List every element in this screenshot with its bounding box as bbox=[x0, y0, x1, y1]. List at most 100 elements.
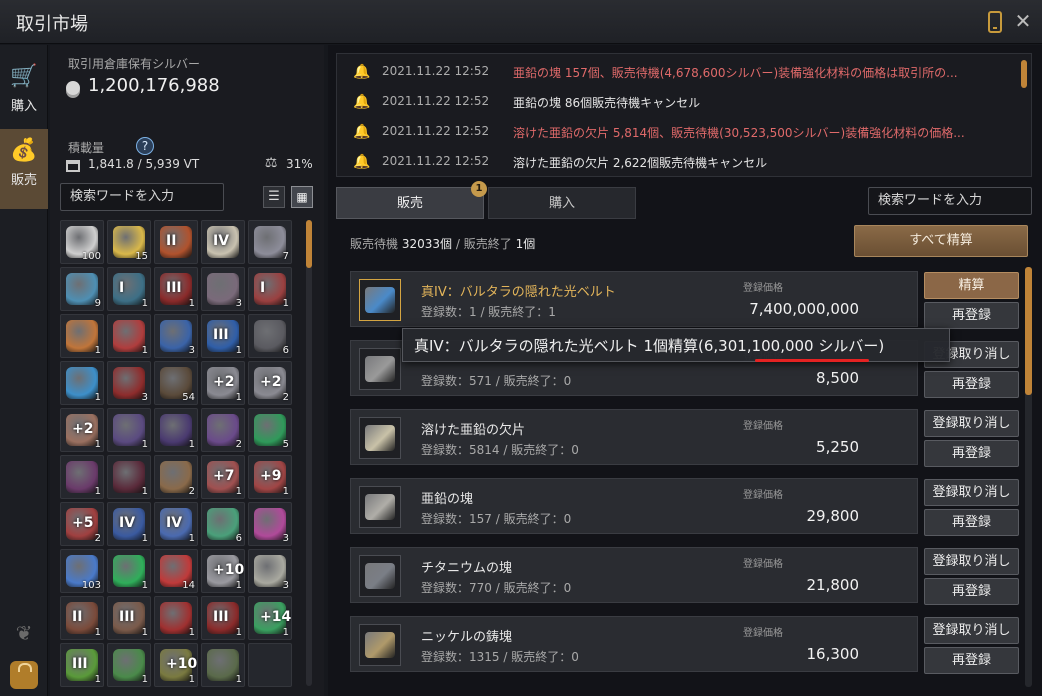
item-count: 1 bbox=[141, 486, 148, 497]
item-count: 1 bbox=[188, 533, 195, 544]
item-enhancement-label: II bbox=[72, 609, 83, 625]
inventory-slot[interactable]: III 1 bbox=[201, 314, 245, 358]
inventory-scrollbar[interactable] bbox=[306, 220, 312, 686]
inventory-slot[interactable]: II bbox=[154, 220, 198, 264]
listing-row[interactable]: 亜鉛の塊 登録数：157 / 販売終了：0 登録価格 29,800 bbox=[350, 478, 918, 534]
listing-row[interactable]: 真IV：バルタラの隠れた光ベルト 登録数：1 / 販売終了：1 登録価格 7,400,… bbox=[350, 271, 918, 327]
inventory-slot[interactable]: IV 1 bbox=[154, 502, 198, 546]
inventory-slot[interactable]: 1 bbox=[107, 314, 151, 358]
inventory-slot[interactable]: 6 bbox=[201, 502, 245, 546]
relist-button[interactable]: 再登録 bbox=[924, 509, 1019, 536]
inventory-slot[interactable]: +7 1 bbox=[201, 455, 245, 499]
listing-scrollbar-thumb[interactable] bbox=[1025, 267, 1032, 395]
listing-item-image bbox=[365, 425, 395, 451]
relist-button[interactable]: 再登録 bbox=[924, 302, 1019, 329]
inventory-slot[interactable]: 14 bbox=[154, 549, 198, 593]
item-enhancement-label: III bbox=[72, 656, 88, 672]
inventory-slot[interactable]: II 1 bbox=[60, 596, 104, 640]
item-icon bbox=[66, 367, 98, 399]
inventory-slot[interactable]: +10 1 bbox=[201, 549, 245, 593]
inventory-slot[interactable]: I1 bbox=[107, 267, 151, 311]
inventory-slot[interactable]: 3 bbox=[154, 314, 198, 358]
inventory-slot[interactable]: 1 bbox=[60, 455, 104, 499]
inventory-slot[interactable]: III 1 bbox=[60, 643, 104, 687]
cancel-listing-button[interactable]: 登録取り消し bbox=[924, 410, 1019, 437]
inventory-slot[interactable]: 1 bbox=[107, 408, 151, 452]
inventory-slot[interactable]: 103 bbox=[60, 549, 104, 593]
item-enhancement-label: I bbox=[260, 280, 266, 296]
inventory-slot[interactable]: +2 1 bbox=[60, 408, 104, 452]
notification-row: 🔔 2021.11.22 12:52 亜鉛の塊 86個販売待機キャンセル bbox=[337, 88, 1033, 116]
inventory-slot[interactable]: 2 bbox=[154, 455, 198, 499]
inventory-slot[interactable]: 1 bbox=[107, 643, 151, 687]
inventory-slot[interactable] bbox=[248, 643, 292, 687]
tree-icon[interactable]: ❦ bbox=[12, 621, 36, 647]
item-count: 6 bbox=[235, 533, 242, 544]
market-search-input[interactable]: 検索ワードを入力 bbox=[868, 187, 1032, 215]
nav-buy[interactable]: 🛒 購入 bbox=[0, 55, 48, 135]
close-button[interactable]: ✕ bbox=[1012, 8, 1034, 34]
nav-sell-label: 販売 bbox=[10, 173, 37, 188]
nav-sell[interactable]: 💰 販売 bbox=[0, 129, 48, 209]
cancel-listing-button[interactable]: 登録取り消し bbox=[924, 479, 1019, 506]
inventory-slot[interactable]: +10 1 bbox=[154, 643, 198, 687]
inventory-slot[interactable]: 1 bbox=[60, 314, 104, 358]
inventory-slot[interactable]: +14 1 bbox=[248, 596, 292, 640]
inventory-slot[interactable]: 1 bbox=[154, 596, 198, 640]
inventory-slot[interactable]: +2 2 bbox=[248, 361, 292, 405]
help-icon[interactable]: ? bbox=[136, 137, 154, 155]
listing-row[interactable]: チタニウムの塊 登録数：770 / 販売終了：0 登録価格 21,800 bbox=[350, 547, 918, 603]
inventory-slot[interactable]: III 1 bbox=[154, 267, 198, 311]
inventory-slot[interactable]: 100 bbox=[60, 220, 104, 264]
item-enhancement-label: +2 bbox=[72, 421, 94, 437]
inventory-slot[interactable]: +5 2 bbox=[60, 502, 104, 546]
tab-sell[interactable]: 販売 bbox=[336, 187, 484, 219]
inventory-slot[interactable]: 54 bbox=[154, 361, 198, 405]
inventory-slot[interactable]: 3 bbox=[107, 361, 151, 405]
cancel-listing-button[interactable]: 登録取り消し bbox=[924, 548, 1019, 575]
inventory-slot[interactable]: +2 1 bbox=[201, 361, 245, 405]
inventory-slot[interactable]: 6 bbox=[248, 314, 292, 358]
inventory-slot[interactable]: 15 bbox=[107, 220, 151, 264]
warehouse-search-input[interactable]: 検索ワードを入力 bbox=[60, 183, 224, 211]
tab-buy[interactable]: 購入 bbox=[488, 187, 636, 219]
listing-row[interactable]: 溶けた亜鉛の欠片 登録数：5814 / 販売終了：0 登録価格 5,250 bbox=[350, 409, 918, 465]
settle-button[interactable]: 精算 bbox=[924, 272, 1019, 299]
backpack-icon[interactable] bbox=[10, 661, 38, 689]
inventory-slot[interactable]: 9 bbox=[60, 267, 104, 311]
list-view-icon[interactable]: ☰ bbox=[263, 186, 285, 208]
inventory-slot[interactable]: 1 bbox=[60, 361, 104, 405]
inventory-slot[interactable]: 1 bbox=[154, 408, 198, 452]
listing-row[interactable]: ニッケルの鋳塊 登録数：1315 / 販売終了：0 登録価格 16,300 bbox=[350, 616, 918, 672]
item-count: 1 bbox=[94, 627, 101, 638]
inventory-slot[interactable]: 1 bbox=[107, 549, 151, 593]
relist-button[interactable]: 再登録 bbox=[924, 371, 1019, 398]
inventory-slot[interactable]: IV 1 bbox=[107, 502, 151, 546]
grid-view-icon[interactable]: ▦ bbox=[291, 186, 313, 208]
inventory-slot[interactable]: +9 1 bbox=[248, 455, 292, 499]
inventory-slot[interactable]: 2 bbox=[201, 408, 245, 452]
inventory-slot[interactable]: 7 bbox=[248, 220, 292, 264]
inventory-slot[interactable]: III 1 bbox=[201, 596, 245, 640]
inventory-scrollbar-thumb[interactable] bbox=[306, 220, 312, 268]
listing-item-name: 溶けた亜鉛の欠片 bbox=[421, 423, 526, 438]
listing-counts: 登録数：571 / 販売終了：0 bbox=[421, 374, 572, 388]
inventory-slot[interactable]: 3 bbox=[248, 549, 292, 593]
mobile-icon[interactable] bbox=[988, 11, 1002, 33]
settle-all-button[interactable]: すべて精算 bbox=[854, 225, 1028, 257]
relist-button[interactable]: 再登録 bbox=[924, 578, 1019, 605]
inventory-slot[interactable]: IV bbox=[201, 220, 245, 264]
item-icon bbox=[254, 273, 286, 305]
inventory-slot[interactable]: 1 bbox=[107, 455, 151, 499]
inventory-slot[interactable]: III 1 bbox=[107, 596, 151, 640]
inventory-slot[interactable]: 5 bbox=[248, 408, 292, 452]
inventory-slot[interactable]: 3 bbox=[248, 502, 292, 546]
relist-button[interactable]: 再登録 bbox=[924, 440, 1019, 467]
item-icon bbox=[113, 555, 145, 587]
relist-button[interactable]: 再登録 bbox=[924, 647, 1019, 674]
inventory-slot[interactable]: I1 bbox=[248, 267, 292, 311]
inventory-slot[interactable]: 3 bbox=[201, 267, 245, 311]
cancel-listing-button[interactable]: 登録取り消し bbox=[924, 617, 1019, 644]
inventory-slot[interactable]: 1 bbox=[201, 643, 245, 687]
listing-counts: 登録数：1315 / 販売終了：0 bbox=[421, 650, 579, 664]
